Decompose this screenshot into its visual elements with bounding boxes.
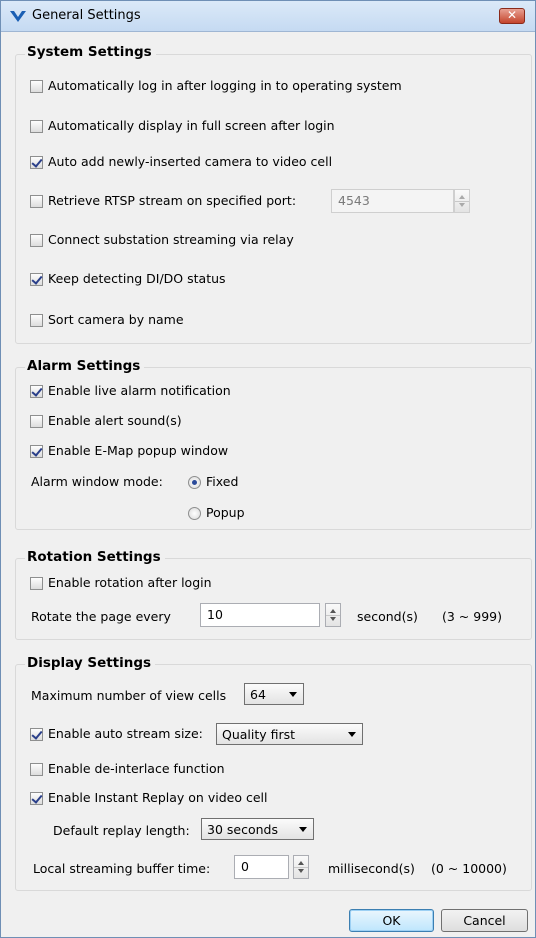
replay-length-select[interactable]: 30 seconds — [201, 818, 314, 840]
dido-label: Keep detecting DI/DO status — [48, 271, 226, 286]
system-settings-title: System Settings — [25, 44, 156, 60]
max-cells-select[interactable]: 64 — [244, 683, 304, 705]
rotate-seconds-spinner[interactable] — [325, 603, 341, 627]
buffer-time-spinner[interactable] — [293, 855, 309, 879]
chevron-down-icon — [299, 827, 307, 832]
buffer-time-label: Local streaming buffer time: — [33, 861, 211, 876]
instant-replay-checkbox[interactable] — [30, 792, 43, 805]
max-cells-value: 64 — [250, 687, 266, 702]
deinterlace-label: Enable de-interlace function — [48, 761, 225, 776]
rtsp-port-spinner[interactable] — [454, 189, 470, 213]
auto-login-label: Automatically log in after logging in to… — [48, 78, 402, 93]
spinner-up-icon — [298, 861, 304, 865]
auto-login-checkbox[interactable] — [30, 80, 43, 93]
max-cells-label: Maximum number of view cells — [31, 688, 227, 703]
emap-popup-label: Enable E-Map popup window — [48, 443, 229, 458]
chevron-down-icon — [289, 692, 297, 697]
spinner-down-icon — [459, 203, 465, 207]
rotation-label: Enable rotation after login — [48, 575, 212, 590]
fullscreen-label: Automatically display in full screen aft… — [48, 118, 335, 133]
rotate-seconds-input[interactable]: 10 — [200, 603, 320, 627]
replay-length-value: 30 seconds — [207, 822, 278, 837]
alert-sound-label: Enable alert sound(s) — [48, 413, 182, 428]
mode-popup-radio[interactable] — [188, 507, 201, 520]
replay-length-label: Default replay length: — [53, 823, 190, 838]
relay-label: Connect substation streaming via relay — [48, 232, 294, 247]
window-title: General Settings — [32, 8, 141, 23]
live-alarm-checkbox[interactable] — [30, 385, 43, 398]
emap-popup-checkbox[interactable] — [30, 445, 43, 458]
spinner-down-icon — [298, 869, 304, 873]
live-alarm-label: Enable live alarm notification — [48, 383, 231, 398]
fullscreen-checkbox[interactable] — [30, 120, 43, 133]
rotation-settings-title: Rotation Settings — [25, 549, 165, 565]
spinner-up-icon — [330, 609, 336, 613]
mode-fixed-label: Fixed — [206, 474, 239, 489]
close-icon: ✕ — [506, 8, 518, 22]
rotation-checkbox[interactable] — [30, 577, 43, 590]
close-button[interactable]: ✕ — [499, 8, 525, 24]
deinterlace-checkbox[interactable] — [30, 763, 43, 776]
rotate-range-label: (3 ~ 999) — [442, 609, 502, 624]
instant-replay-label: Enable Instant Replay on video cell — [48, 790, 268, 805]
app-logo-icon — [10, 11, 26, 22]
rtsp-label: Retrieve RTSP stream on specified port: — [48, 193, 297, 208]
auto-stream-value: Quality first — [222, 727, 296, 742]
rotation-settings-group — [15, 558, 532, 640]
mode-fixed-radio[interactable] — [188, 476, 201, 489]
title-bar: General Settings ✕ — [1, 1, 535, 32]
buffer-unit-label: millisecond(s) — [328, 861, 415, 876]
alarm-window-mode-label: Alarm window mode: — [31, 474, 163, 489]
rotate-unit-label: second(s) — [357, 609, 418, 624]
rtsp-checkbox[interactable] — [30, 195, 43, 208]
buffer-range-label: (0 ~ 10000) — [431, 861, 507, 876]
mode-popup-label: Popup — [206, 505, 245, 520]
spinner-up-icon — [459, 195, 465, 199]
auto-stream-label: Enable auto stream size: — [48, 726, 203, 741]
auto-add-camera-checkbox[interactable] — [30, 156, 43, 169]
cancel-button[interactable]: Cancel — [441, 909, 528, 932]
display-settings-title: Display Settings — [25, 655, 156, 671]
alert-sound-checkbox[interactable] — [30, 415, 43, 428]
general-settings-dialog: General Settings ✕ System Settings Autom… — [0, 0, 536, 938]
rotate-every-label: Rotate the page every — [31, 609, 171, 624]
relay-checkbox[interactable] — [30, 234, 43, 247]
sort-checkbox[interactable] — [30, 314, 43, 327]
chevron-down-icon — [348, 732, 356, 737]
spinner-down-icon — [330, 617, 336, 621]
rtsp-port-input[interactable]: 4543 — [331, 189, 454, 213]
sort-label: Sort camera by name — [48, 312, 184, 327]
ok-button[interactable]: OK — [349, 909, 434, 932]
dido-checkbox[interactable] — [30, 273, 43, 286]
alarm-settings-title: Alarm Settings — [25, 358, 145, 374]
auto-add-camera-label: Auto add newly-inserted camera to video … — [48, 154, 333, 169]
auto-stream-select[interactable]: Quality first — [216, 723, 363, 745]
auto-stream-checkbox[interactable] — [30, 728, 43, 741]
buffer-time-input[interactable]: 0 — [234, 855, 289, 879]
